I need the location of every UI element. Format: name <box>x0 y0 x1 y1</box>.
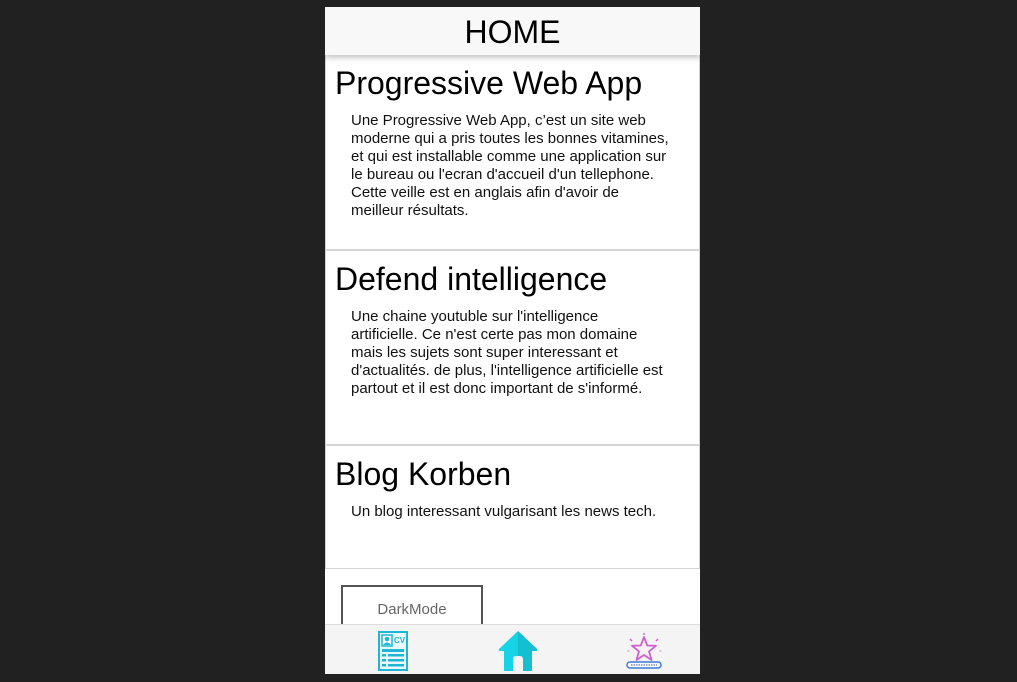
card-text: Un blog interessant vulgarisant les news… <box>351 503 657 520</box>
app-screen: HOME Progressive Web App Une Progressive… <box>325 7 700 674</box>
card-title: Defend intelligence <box>335 261 608 297</box>
star-rating-icon <box>626 633 662 669</box>
cv-document-icon: CV <box>378 631 408 671</box>
card-title: Progressive Web App <box>335 65 643 101</box>
page-title: HOME <box>464 14 561 50</box>
darkmode-button[interactable]: DarkMode <box>341 585 483 624</box>
nav-item-rating[interactable] <box>621 629 667 673</box>
card-text: Une chaine youtuble sur l'intelligence a… <box>351 308 663 397</box>
app-header: HOME <box>325 7 700 55</box>
home-icon <box>498 631 538 671</box>
card-blog-korben: Blog Korben Un blog interessant vulgaris… <box>325 446 700 569</box>
nav-item-home[interactable] <box>495 629 541 673</box>
bottom-nav: CV <box>325 624 700 674</box>
content-feed: Progressive Web App Une Progressive Web … <box>325 55 700 624</box>
card-defend-intelligence: Defend intelligence Une chaine youtuble … <box>325 251 700 446</box>
card-progressive-web-app: Progressive Web App Une Progressive Web … <box>325 55 700 251</box>
card-title: Blog Korben <box>335 456 512 492</box>
nav-item-cv[interactable]: CV <box>370 629 416 673</box>
card-text: Une Progressive Web App, c’est un site w… <box>351 112 669 219</box>
svg-text:CV: CV <box>394 636 406 645</box>
